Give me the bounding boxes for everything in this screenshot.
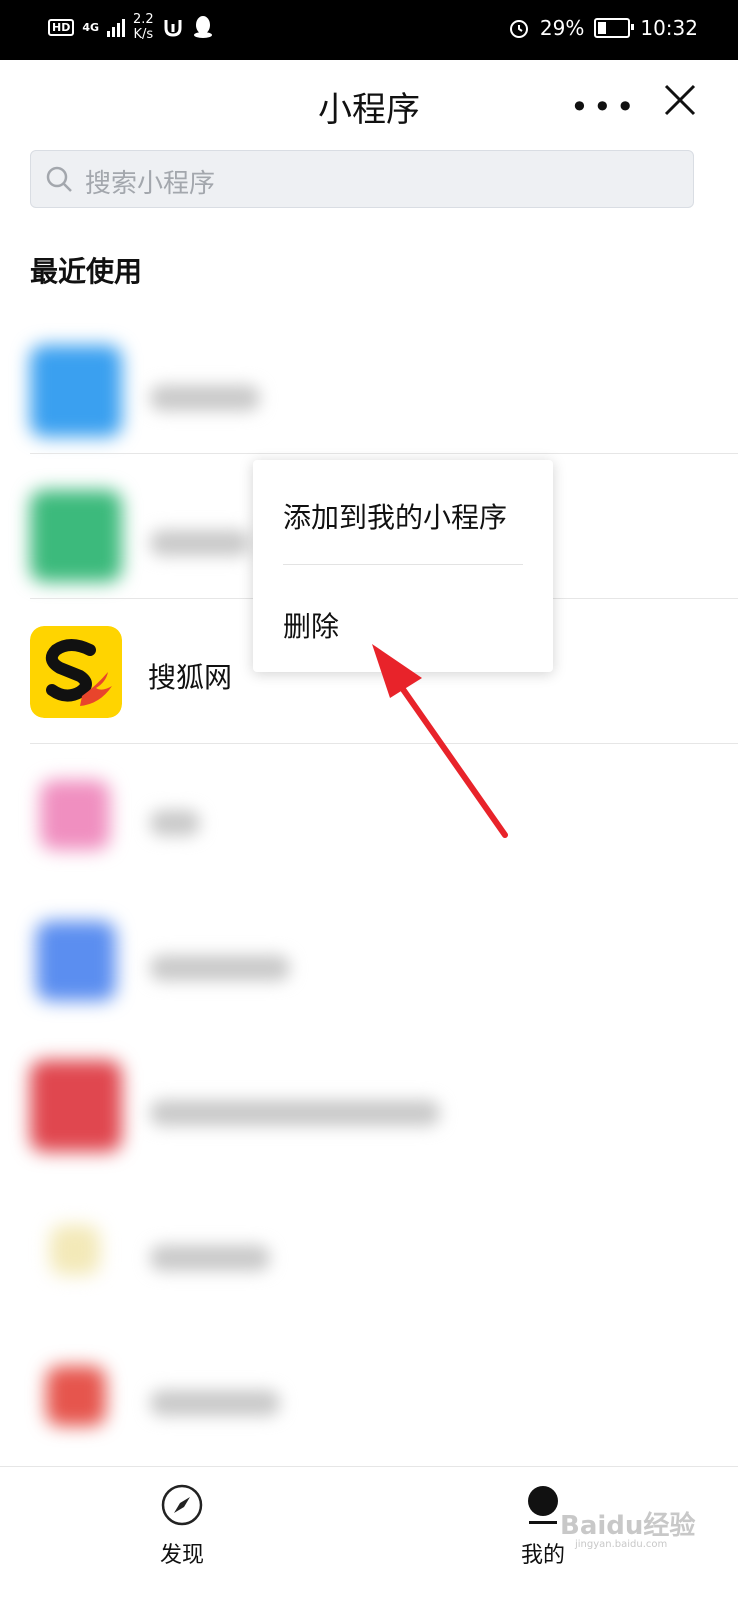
blurred-label (150, 1100, 440, 1126)
sohu-label: 搜狐网 (148, 661, 233, 694)
tab-bar: 发现 我的 Baidu经验 jingyan.baidu.com (0, 1466, 738, 1601)
bug-icon (164, 20, 182, 37)
network-speed: 2.2 K/s (133, 12, 154, 42)
battery-fill (598, 22, 607, 34)
blurred-label (150, 1245, 270, 1271)
battery-percent: 29% (539, 16, 585, 40)
tab-discover-label: 发现 (159, 1543, 204, 1568)
search-input[interactable]: 搜索小程序 (85, 163, 215, 200)
list-item[interactable] (0, 885, 738, 1025)
alarm-icon (509, 20, 528, 38)
baidu-watermark: Baidu经验 (560, 1511, 696, 1541)
app-icon (50, 1225, 100, 1275)
status-right: 29% 10:32 (508, 16, 698, 40)
qq-icon (193, 16, 212, 38)
sohu-logo-icon (30, 626, 122, 718)
menu-divider (283, 564, 523, 565)
app-icon (30, 1060, 122, 1152)
list-item[interactable] (0, 315, 738, 455)
blurred-label (150, 530, 250, 556)
title-bar: 小程序 ••• (0, 60, 738, 150)
user-icon (528, 1486, 558, 1524)
status-bar: HD 4G 2.2 K/s 29% 10:32 (0, 0, 738, 60)
status-left: HD 4G 2.2 K/s (48, 12, 214, 42)
search-bar[interactable]: 搜索小程序 (30, 150, 694, 208)
blurred-label (150, 385, 260, 411)
network-type: 4G (82, 20, 100, 34)
app-icon (30, 490, 122, 582)
speed-value: 2.2 (133, 12, 154, 27)
annotation-arrow-icon (372, 644, 508, 838)
list-item[interactable] (0, 1320, 738, 1460)
app-icon (30, 345, 122, 437)
app-icon (40, 780, 110, 850)
baidu-watermark-url: jingyan.baidu.com (575, 1539, 668, 1550)
search-icon (46, 166, 72, 192)
speed-unit: K/s (133, 27, 154, 42)
close-icon[interactable] (660, 80, 700, 120)
blurred-label (150, 810, 200, 836)
app-icon (46, 1366, 106, 1426)
tab-discover[interactable]: 发现 (122, 1467, 242, 1601)
delete-button[interactable]: 删除 (283, 605, 339, 645)
signal-icon (107, 17, 126, 37)
divider (30, 453, 738, 454)
compass-icon (161, 1484, 203, 1526)
blurred-label (150, 955, 290, 981)
blurred-label (150, 1390, 280, 1416)
list-item[interactable] (0, 1030, 738, 1170)
app-icon (36, 921, 116, 1001)
clock: 10:32 (640, 16, 698, 40)
battery-icon (594, 18, 635, 38)
more-icon[interactable]: ••• (570, 88, 639, 126)
list-item[interactable] (0, 1175, 738, 1315)
section-title-recent: 最近使用 (30, 255, 143, 288)
hd-badge: HD (48, 18, 75, 36)
add-to-my-mini-programs-button[interactable]: 添加到我的小程序 (283, 496, 507, 536)
